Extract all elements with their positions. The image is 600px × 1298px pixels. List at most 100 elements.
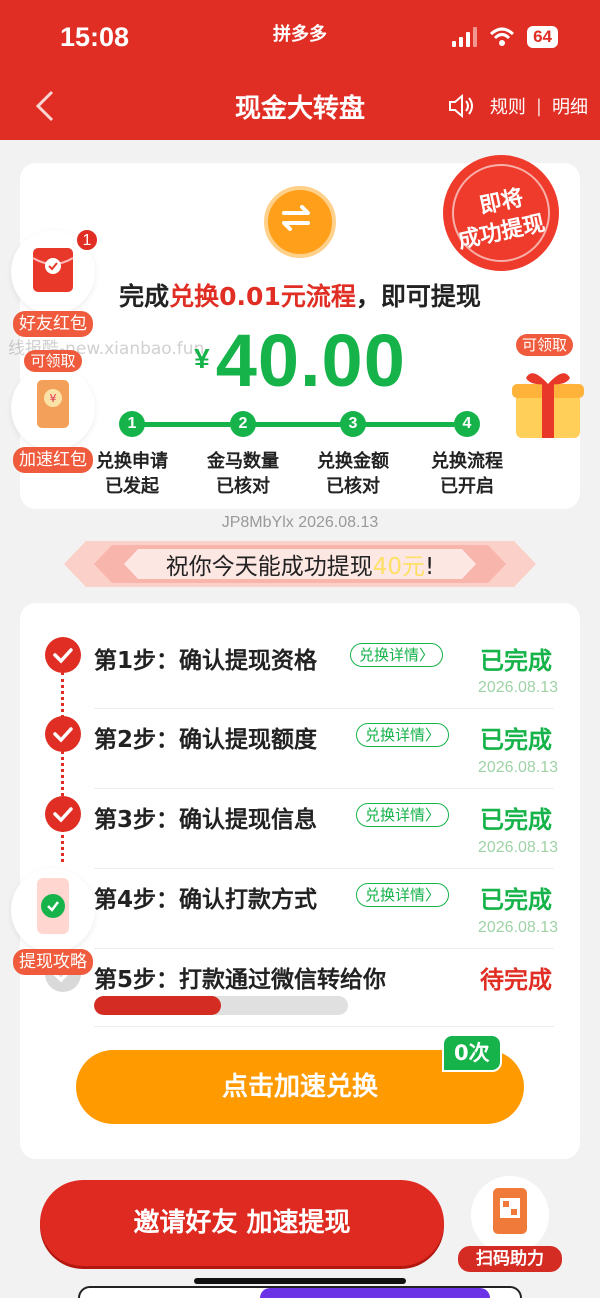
blessing-text: 祝你今天能成功提现40元! [0,547,600,581]
step-date: 2026.08.13 [477,759,558,776]
scan-help-label: 扫码助力 [458,1246,562,1272]
progress-line [132,422,468,427]
step-date: 2026.08.13 [477,919,558,936]
speed-redpack-label: 加速红包 [13,447,93,473]
progress-step-dot: 2 [230,411,256,437]
scan-help-float[interactable]: 扫码助力 [458,1176,562,1272]
check-icon [45,796,81,832]
rules-link[interactable]: 规则 [490,93,526,119]
row-divider [94,948,554,949]
invite-friends-button[interactable]: 邀请好友 加速提现 [40,1180,444,1266]
blessing-prefix: 祝你今天能成功提现 [165,554,373,580]
row-divider [94,708,554,709]
qr-code-icon [493,1188,527,1234]
home-indicator [194,1278,406,1284]
progress-step-dot: 1 [119,411,145,437]
headline-highlight: 兑换0.01元流程 [169,282,356,311]
order-code: JP8MbYlx 2026.08.13 [221,514,379,531]
speaker-icon[interactable] [446,92,476,120]
detail-label: 兑换详情 [365,886,426,904]
success-seal-badge: 即将 成功提现 [428,150,574,276]
progress-step-dot: 3 [340,411,366,437]
currency-symbol: ¥ [194,343,210,374]
row-divider [94,788,554,789]
step-title: 第1步：确认提现资格 [94,648,318,674]
scan-circle [471,1176,549,1254]
exchange-detail-button[interactable]: 兑换详情〉 [350,643,444,667]
progress-step-state: 已开启 [440,476,494,497]
friend-redpack-circle: 1 [11,228,99,314]
blessing-suffix: ! [425,554,435,580]
gift-box-icon [512,373,584,438]
speed-redpack-circle: ¥ [11,366,95,450]
row-divider [94,1026,554,1027]
headline-prefix: 完成 [119,282,170,311]
progress-step-state: 已发起 [105,476,159,497]
status-icons: 64 [452,26,558,48]
detail-label: 兑换详情 [359,646,420,664]
exchange-detail-button[interactable]: 兑换详情〉 [356,803,450,827]
details-link[interactable]: 明细 [552,93,588,119]
friend-redpack-badge: 1 [75,228,99,252]
amount-value: 40.00 [215,319,406,402]
chevron-right-icon: 〉 [419,646,435,664]
step-title: 第2步：确认提现额度 [94,727,318,753]
detail-label: 兑换详情 [365,806,426,824]
progress-step-title: 金马数量 [207,451,279,472]
blessing-amount: 40元 [372,554,426,580]
check-icon [45,637,81,673]
friend-redpack-label: 好友红包 [13,311,93,337]
payout-progress-fill [94,996,221,1015]
coin-envelope-icon: ¥ [37,380,69,428]
step-status: 已完成 [480,886,552,914]
step-status: 已完成 [480,647,552,675]
speed-redpack-tag: 可领取 [24,350,82,372]
progress-step-state: 已核对 [216,476,270,497]
signal-icon [452,27,478,47]
guide-circle [11,868,95,952]
bottom-tab-peek-accent [260,1288,490,1298]
progress-step-title: 兑换流程 [431,451,503,472]
speed-redpack-float[interactable]: 可领取 ¥ 加速红包 [8,350,98,473]
nav-divider: | [535,95,542,117]
progress-step-state: 已核对 [326,476,380,497]
check-icon [45,716,81,752]
guide-label: 提现攻略 [13,949,93,975]
step-date: 2026.08.13 [477,839,558,856]
headline-suffix: ，即可提现 [355,282,481,311]
battery-indicator: 64 [527,26,558,48]
step-status: 待完成 [480,966,552,994]
step-title: 第5步：打款通过微信转给你 [94,967,387,993]
chevron-right-icon: 〉 [425,886,441,904]
progress-step-label: 金马数量 已核对 [188,449,298,499]
exchange-detail-button[interactable]: 兑换详情〉 [356,883,450,907]
detail-label: 兑换详情 [365,726,426,744]
exchange-detail-button[interactable]: 兑换详情〉 [356,723,450,747]
chevron-right-icon: 〉 [425,726,441,744]
payout-progress-bar [94,996,348,1015]
step-title: 第3步：确认提现信息 [94,807,318,833]
step-status: 已完成 [480,806,552,834]
withdraw-guide-float[interactable]: 提现攻略 [8,868,98,975]
phone-wechat-icon [37,878,69,934]
speed-count-badge: 0次 [442,1034,502,1072]
row-divider [94,868,554,869]
nav-actions: 规则 | 明细 [446,92,588,120]
step-status: 已完成 [480,726,552,754]
progress-step-title: 兑换金额 [317,451,389,472]
wifi-icon [490,27,515,46]
chevron-right-icon: 〉 [425,806,441,824]
svg-text:¥: ¥ [50,392,57,405]
app-header: 15:08 拼多多 64 现金大转盘 规则 | 明细 [0,0,600,140]
timeline-dotted-line [61,672,64,862]
progress-step-label: 兑换金额 已核对 [298,449,408,499]
progress-step-dot: 4 [454,411,480,437]
gift-float[interactable]: 可领取 [506,334,590,446]
exchange-button[interactable] [264,186,336,258]
step-date: 2026.08.13 [477,679,558,696]
friend-redpack-float[interactable]: 1 好友红包 [8,228,99,337]
progress-step-label: 兑换流程 已开启 [412,449,522,499]
gift-tag: 可领取 [516,334,574,356]
step-title: 第4步：确认打款方式 [94,887,318,913]
swap-icon [282,205,310,231]
